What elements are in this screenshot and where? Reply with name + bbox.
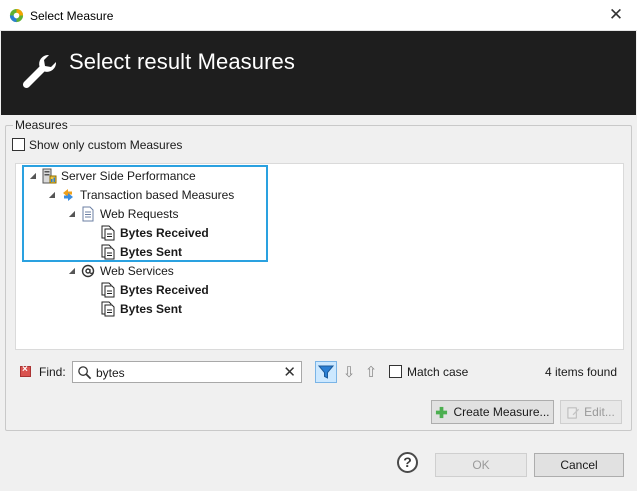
tree-node-ws-bytes-sent[interactable]: Bytes Sent [87, 299, 182, 318]
search-icon [78, 366, 92, 380]
tree-node-label: Bytes Received [120, 282, 209, 297]
tree-node-web-services[interactable]: ◢ Web Services [67, 261, 174, 280]
tree-node-wr-bytes-sent[interactable]: Bytes Sent [87, 242, 182, 261]
tree-node-transaction[interactable]: ◢ Transaction based Measures [47, 185, 234, 204]
clear-search-icon[interactable]: ✕ [283, 363, 296, 381]
arrow-down-icon[interactable]: ⇩ [341, 363, 357, 381]
wrench-icon [22, 55, 57, 89]
tree-node-label: Web Requests [100, 206, 179, 221]
ok-button[interactable]: OK [435, 453, 527, 477]
show-custom-checkbox[interactable] [12, 138, 25, 151]
expand-arrow-icon[interactable]: ◢ [67, 266, 77, 275]
filter-icon [317, 365, 335, 379]
tree-node-label: Bytes Sent [120, 301, 183, 316]
cancel-button[interactable]: Cancel [534, 453, 624, 477]
tree-node-web-requests[interactable]: ◢ Web Requests [67, 204, 179, 223]
web-service-icon [81, 264, 95, 277]
expand-arrow-icon[interactable]: ◢ [47, 190, 57, 199]
tree-node-server-side[interactable]: ◢ Server Side Performance [28, 166, 196, 185]
tree-node-label: Transaction based Measures [80, 187, 235, 202]
filter-toggle-button[interactable] [315, 361, 337, 383]
dialog-banner: Select result Measures [1, 31, 636, 115]
arrow-up-icon[interactable]: ⇧ [363, 363, 379, 381]
plus-icon [436, 406, 448, 418]
help-icon[interactable]: ? [397, 452, 418, 473]
clear-filter-icon[interactable]: × [20, 364, 31, 377]
find-input[interactable]: bytes ✕ [72, 361, 302, 383]
find-label: Find: [39, 365, 66, 379]
create-measure-button[interactable]: Create Measure... [431, 400, 554, 424]
expand-arrow-icon[interactable]: ◢ [28, 171, 38, 180]
edit-icon [567, 406, 580, 419]
measure-icon [101, 282, 115, 297]
edit-button[interactable]: Edit... [560, 400, 622, 424]
match-case-label: Match case [407, 365, 469, 379]
create-measure-label: Create Measure... [453, 405, 550, 419]
tree-node-label: Bytes Received [120, 225, 209, 240]
measure-icon [101, 225, 115, 240]
server-icon [42, 168, 57, 183]
transaction-icon [63, 188, 73, 201]
tree-node-ws-bytes-received[interactable]: Bytes Received [87, 280, 209, 299]
measure-icon [101, 301, 115, 316]
find-bar: × Find: bytes ✕ ⇩ ⇧ Match case 4 items f… [15, 358, 624, 386]
edit-label: Edit... [584, 405, 615, 419]
measures-group-label: Measures [13, 118, 70, 132]
measure-icon [101, 244, 115, 259]
items-found-text: 4 items found [544, 365, 617, 379]
banner-heading: Select result Measures [69, 49, 295, 74]
document-icon [82, 206, 94, 221]
title-bar: Select Measure ✕ [0, 0, 637, 31]
measures-tree[interactable]: ◢ Server Side Performance ◢ Transaction … [15, 163, 624, 350]
tree-node-label: Web Services [100, 263, 174, 278]
match-case-checkbox[interactable] [389, 365, 402, 378]
expand-arrow-icon[interactable]: ◢ [67, 209, 77, 218]
find-input-value: bytes [96, 366, 125, 380]
close-icon[interactable]: ✕ [607, 6, 625, 24]
app-logo-icon [9, 8, 24, 23]
show-custom-label: Show only custom Measures [29, 138, 183, 152]
window-title: Select Measure [30, 9, 114, 23]
tree-node-label: Bytes Sent [120, 244, 183, 259]
tree-node-label: Server Side Performance [61, 168, 196, 183]
tree-node-wr-bytes-received[interactable]: Bytes Received [87, 223, 209, 242]
